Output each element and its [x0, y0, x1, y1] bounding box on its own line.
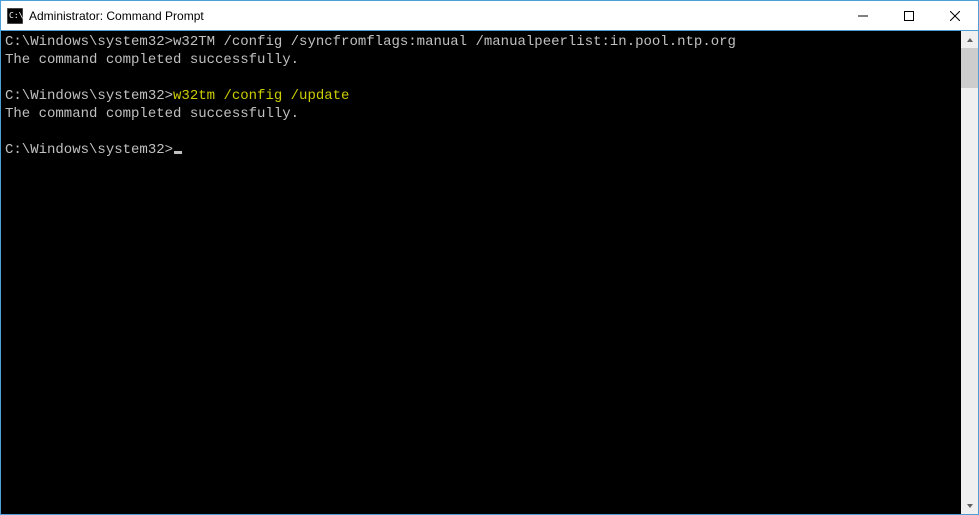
terminal-output[interactable]: C:\Windows\system32>w32TM /config /syncf…	[1, 31, 961, 514]
minimize-button[interactable]	[840, 1, 886, 30]
cmd-icon: C:\	[7, 8, 23, 24]
window-title: Administrator: Command Prompt	[29, 9, 204, 23]
prompt-text: C:\Windows\system32>	[5, 142, 173, 158]
scroll-down-button[interactable]	[961, 497, 978, 514]
terminal-line: The command completed successfully.	[5, 105, 957, 123]
command-prompt-window: C:\ Administrator: Command Prompt C:\Win…	[0, 0, 979, 515]
scrollbar-thumb[interactable]	[961, 48, 978, 88]
terminal-line: C:\Windows\system32>w32TM /config /syncf…	[5, 33, 957, 51]
cursor	[174, 151, 182, 154]
terminal-line: C:\Windows\system32>	[5, 141, 957, 159]
prompt-text: C:\Windows\system32>	[5, 34, 173, 50]
terminal-line: The command completed successfully.	[5, 51, 957, 69]
scroll-up-button[interactable]	[961, 31, 978, 48]
terminal-line	[5, 123, 957, 141]
prompt-text: C:\Windows\system32>	[5, 88, 173, 104]
vertical-scrollbar[interactable]	[961, 31, 978, 514]
maximize-button[interactable]	[886, 1, 932, 30]
command-text: w32TM /config /syncfromflags:manual /man…	[173, 34, 736, 50]
titlebar[interactable]: C:\ Administrator: Command Prompt	[1, 1, 978, 31]
svg-text:C:\: C:\	[9, 11, 23, 20]
client-area: C:\Windows\system32>w32TM /config /syncf…	[1, 31, 978, 514]
close-button[interactable]	[932, 1, 978, 30]
terminal-line: C:\Windows\system32>w32tm /config /updat…	[5, 87, 957, 105]
command-text: w32tm /config /update	[173, 88, 349, 104]
scrollbar-track[interactable]	[961, 48, 978, 497]
terminal-line	[5, 69, 957, 87]
